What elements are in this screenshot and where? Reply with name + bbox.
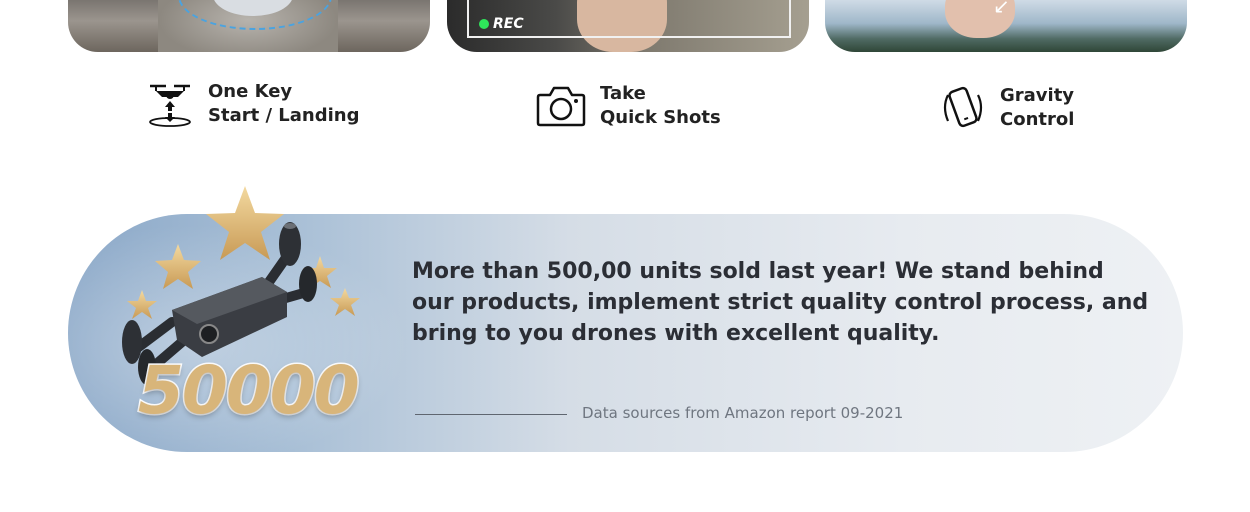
gravity-phone-icon	[943, 86, 983, 128]
arrow-icon: ↙	[993, 0, 1010, 18]
feature-label: Gravity Control	[1000, 84, 1074, 132]
camera-image-card: REC	[447, 0, 809, 52]
rec-label: REC	[493, 16, 524, 32]
record-dot-icon	[479, 19, 489, 29]
feature-line-2: Quick Shots	[600, 107, 721, 128]
banner-message: More than 500,00 units sold last year! W…	[412, 259, 1149, 346]
feature-line-1: Take	[600, 83, 646, 104]
feature-line-2: Control	[1000, 109, 1075, 130]
feature-label: Take Quick Shots	[600, 82, 721, 130]
data-source-note: Data sources from Amazon report 09-2021	[582, 404, 904, 422]
source-divider	[415, 414, 567, 415]
feature-quick-shots: Take Quick Shots	[536, 82, 721, 130]
feature-gravity-control: Gravity Control	[940, 84, 1074, 132]
camera-icon	[536, 86, 586, 127]
sales-count: 50000	[137, 351, 362, 431]
lake-image-card: ↙	[825, 0, 1187, 52]
rec-indicator: REC	[479, 16, 524, 32]
feature-line-1: Gravity	[1000, 85, 1075, 106]
